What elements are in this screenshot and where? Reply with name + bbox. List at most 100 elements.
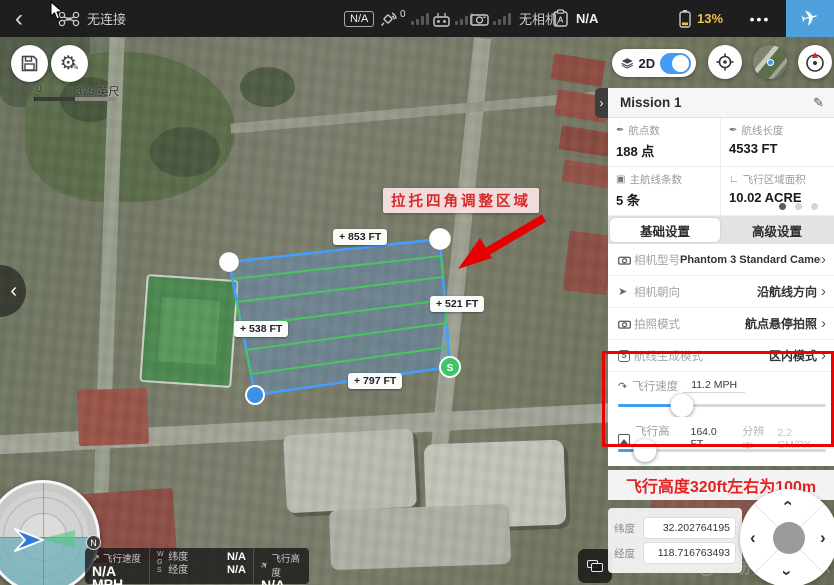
longitude-field[interactable]: 118.716763493 <box>643 542 736 564</box>
setting-value: 沿航线方向 <box>680 283 821 300</box>
status-bar: ‹ 无连接 N/A 0 <box>0 0 834 37</box>
chevron-left-icon: ‹ <box>10 280 17 303</box>
camera-icon <box>618 255 634 265</box>
svg-text:A: A <box>558 16 564 25</box>
locate-button[interactable] <box>708 45 742 79</box>
nudge-up-button[interactable]: › <box>780 500 794 506</box>
altitude-slider[interactable] <box>618 449 826 452</box>
telemetry-alt-label: 飞行高度 <box>272 551 302 579</box>
gps-signal-bars <box>411 13 429 25</box>
remote-controller-icon <box>432 11 451 27</box>
setting-label: 相机型号 <box>634 252 680 268</box>
telemetry-alt-value: N/A FT <box>261 579 302 585</box>
edit-mission-button[interactable]: ✎ <box>813 95 824 111</box>
stat-value: 188 点 <box>616 141 716 160</box>
telemetry-lat-label: 纬度 <box>168 551 188 564</box>
layers-icon <box>621 56 634 70</box>
stats-page-dots[interactable] <box>779 203 818 210</box>
battery-percent: 13% <box>697 11 723 26</box>
rc-status <box>432 0 473 37</box>
tab-advanced-settings[interactable]: 高级设置 <box>722 218 832 242</box>
collapse-panel-button[interactable]: › <box>595 88 608 118</box>
route-s-icon: S <box>618 350 634 362</box>
setting-camera-model[interactable]: 相机型号 Phantom 3 Standard Camera › <box>608 244 834 276</box>
setting-value: Phantom 3 Standard Camera <box>680 254 821 266</box>
aircraft-connection: 无连接 <box>58 0 126 37</box>
speed-slider[interactable] <box>618 404 826 407</box>
flight-mode-icon: A <box>552 9 569 28</box>
battery-icon <box>678 9 692 29</box>
flight-mode-text: N/A <box>576 11 598 26</box>
mission-settings-button[interactable]: ⚙ ✎ <box>51 45 88 82</box>
camera-icon <box>618 319 634 329</box>
gps-count: 0 <box>400 9 406 20</box>
satellite-icon <box>380 11 398 27</box>
battery-status: 13% <box>678 0 723 37</box>
map-mode-toggle[interactable]: 2D <box>612 49 696 77</box>
setting-label: 拍照模式 <box>634 316 680 332</box>
mode-badge: N/A <box>344 0 374 37</box>
aircraft-arrow-icon <box>13 527 47 553</box>
grid-icon: ▣ <box>616 174 625 185</box>
latitude-field[interactable]: 32.202764195 <box>643 517 736 539</box>
stat-label: 主航线条数 <box>629 172 682 187</box>
mission-panel: › Mission 1 ✎ ✒ 航点数 188 点 ✒ 航线长度 4533 FT… <box>608 88 834 573</box>
altitude-icon: ✈ <box>259 558 271 571</box>
speed-value: 11.2 MPH <box>683 379 745 393</box>
mission-stats: ✒ 航点数 188 点 ✒ 航线长度 4533 FT ▣ 主航线条数 5 条 ∟… <box>608 118 834 216</box>
nudge-left-button[interactable]: ‹ <box>750 531 756 545</box>
minimap-location-dot <box>767 59 774 66</box>
gps-status: 0 <box>380 0 429 37</box>
stat-value: 5 条 <box>616 190 716 209</box>
stat-value: 4533 FT <box>729 141 830 156</box>
setting-label: 航线生成模式 <box>634 348 703 364</box>
setting-label: 相机朝向 <box>634 284 680 300</box>
chevron-right-icon: › <box>821 252 826 267</box>
coordinates-card: 纬度 32.202764195 经度 118.716763493 <box>608 508 742 573</box>
save-icon <box>21 55 38 72</box>
crosshair-icon <box>716 53 734 71</box>
speed-slider-section: ↷ 飞行速度 11.2 MPH <box>608 372 834 417</box>
chevron-right-icon: › <box>600 96 604 110</box>
stat-waypoints: ✒ 航点数 188 点 <box>608 118 721 167</box>
save-mission-button[interactable] <box>11 45 48 82</box>
edge-distance-bottom: + 797 FT <box>348 373 402 389</box>
mode-2d-switch[interactable] <box>660 53 691 74</box>
stat-label: 航点数 <box>628 123 660 138</box>
image-icon <box>618 434 630 445</box>
nudge-center-knob[interactable] <box>773 522 805 554</box>
telemetry-bar: ↗ 飞行速度 N/A MPH WGS 纬度 N/A 经度 N/A <box>85 548 309 584</box>
setting-camera-heading[interactable]: ➤ 相机朝向 沿航线方向 › <box>608 276 834 308</box>
settings-tabs: 基础设置 高级设置 <box>608 216 834 244</box>
compass-button[interactable] <box>798 45 832 79</box>
nudge-right-button[interactable]: › <box>820 531 826 545</box>
setting-route-mode[interactable]: S 航线生成模式 区内模式 › <box>608 340 834 372</box>
map-capture-button[interactable] <box>578 549 612 583</box>
scale-bar <box>34 97 116 101</box>
ruler-icon: ∟ <box>729 174 739 185</box>
telemetry-lat-value: N/A <box>227 551 246 564</box>
tab-basic-settings[interactable]: 基础设置 <box>610 218 720 242</box>
telemetry-altitude: ✈ 飞行高度 N/A FT <box>253 548 309 584</box>
nudge-down-button[interactable]: › <box>780 570 794 576</box>
stat-label: 飞行区域面积 <box>743 172 806 187</box>
chevron-right-icon: › <box>821 316 826 331</box>
wgs-label: WGS <box>157 551 164 577</box>
camera-status: 无相机 <box>470 0 558 37</box>
overlapping-frames-icon <box>587 560 603 572</box>
pencil-icon: ✎ <box>72 62 80 73</box>
connection-status: 无连接 <box>87 9 126 28</box>
back-button[interactable]: ‹ <box>6 0 32 37</box>
chevron-right-icon: › <box>821 284 826 299</box>
mode-badge-text: N/A <box>344 11 374 27</box>
setting-capture-mode[interactable]: 拍照模式 航点悬停拍照 › <box>608 308 834 340</box>
altitude-slider-thumb[interactable] <box>634 439 657 462</box>
pen-icon: ✒ <box>616 125 624 136</box>
more-menu-button[interactable]: ••• <box>742 0 778 37</box>
pointer-icon: ➤ <box>618 285 634 298</box>
takeoff-button[interactable]: ✈ <box>786 0 834 37</box>
minimap-button[interactable] <box>753 45 787 79</box>
speed-slider-thumb[interactable] <box>671 394 694 417</box>
nudge-dpad[interactable]: › ‹ › › <box>740 489 834 585</box>
app-window: S + 853 FT + 521 FT + 538 FT + 797 FT 拉托… <box>0 0 834 585</box>
